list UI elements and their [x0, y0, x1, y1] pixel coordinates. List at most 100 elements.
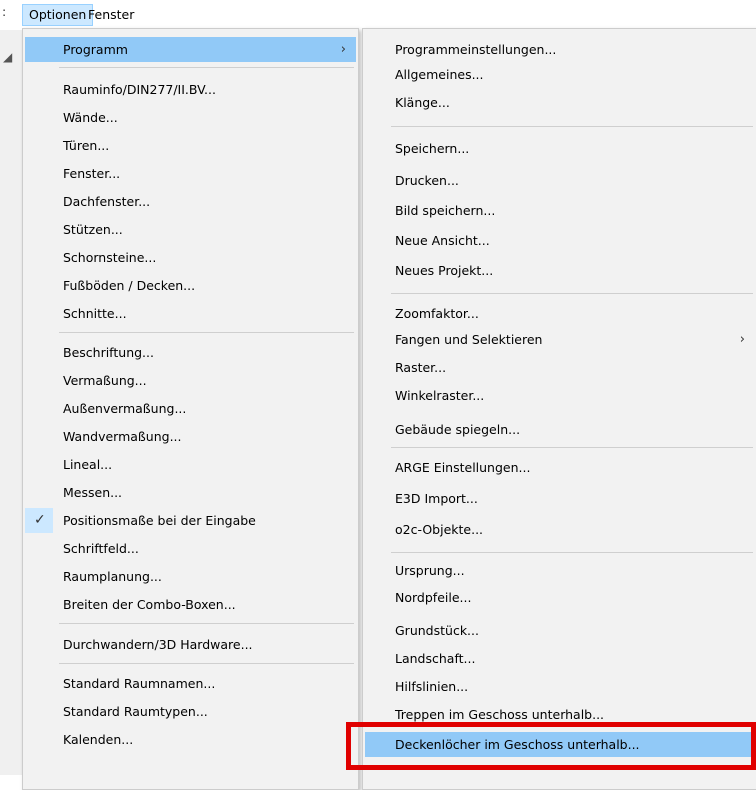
menu-item-label: Lineal...: [63, 457, 113, 472]
menu-item-label: Winkelraster...: [395, 388, 485, 403]
menu-item-schriftfeld[interactable]: Schriftfeld...: [25, 536, 356, 561]
menu-item-waende[interactable]: Wände...: [25, 105, 356, 130]
menu-item-allgemeines[interactable]: Allgemeines...: [365, 62, 755, 87]
menu-item-o2c-objekte[interactable]: o2c-Objekte...: [365, 517, 755, 542]
menu-item-beschriftung[interactable]: Beschriftung...: [25, 340, 356, 365]
menu-item-label: Vermaßung...: [63, 373, 147, 388]
menu-fenster[interactable]: Fenster: [82, 4, 140, 26]
menu-item-label: Rauminfo/DIN277/II.BV...: [63, 82, 216, 97]
menu-item-programmeinstellungen[interactable]: Programmeinstellungen...: [365, 37, 755, 62]
menu-item-label: Speichern...: [395, 141, 470, 156]
menu-item-grundstueck[interactable]: Grundstück...: [365, 618, 755, 643]
menu-item-klaenge[interactable]: Klänge...: [365, 90, 755, 115]
menu-separator: [391, 552, 753, 553]
menu-separator: [59, 663, 354, 664]
menu-item-label: Gebäude spiegeln...: [395, 422, 521, 437]
menu-item-dachfenster[interactable]: Dachfenster...: [25, 189, 356, 214]
menu-item-wandvermassung[interactable]: Wandvermaßung...: [25, 424, 356, 449]
menu-item-cutoff[interactable]: Kalenden...: [25, 727, 356, 752]
menu-item-label: Positionsmaße bei der Eingabe: [63, 513, 256, 528]
menu-item-messen[interactable]: Messen...: [25, 480, 356, 505]
menu-separator: [59, 67, 354, 68]
menu-item-label: Landschaft...: [395, 651, 476, 666]
menu-item-label: Standard Raumnamen...: [63, 676, 216, 691]
menu-item-label: Kalenden...: [63, 732, 134, 747]
menu-item-label: Schriftfeld...: [63, 541, 139, 556]
menu-item-standard-raumtypen[interactable]: Standard Raumtypen...: [25, 699, 356, 724]
menu-item-label: Klänge...: [395, 95, 450, 110]
menu-item-label: ARGE Einstellungen...: [395, 460, 531, 475]
menu-item-raster[interactable]: Raster...: [365, 355, 755, 380]
menu-item-ursprung[interactable]: Ursprung...: [365, 558, 755, 583]
menu-item-winkelraster[interactable]: Winkelraster...: [365, 383, 755, 408]
menu-item-schnitte[interactable]: Schnitte...: [25, 301, 356, 326]
menu-item-fussboeden[interactable]: Fußböden / Decken...: [25, 273, 356, 298]
menu-item-label: Deckenlöcher im Geschoss unterhalb...: [395, 737, 640, 752]
menu-item-rauminfo[interactable]: Rauminfo/DIN277/II.BV...: [25, 77, 356, 102]
menu-item-landschaft[interactable]: Landschaft...: [365, 646, 755, 671]
menu-item-label: Fußböden / Decken...: [63, 278, 196, 293]
menu-item-drucken[interactable]: Drucken...: [365, 168, 755, 193]
menu-item-stuetzen[interactable]: Stützen...: [25, 217, 356, 242]
menu-item-label: o2c-Objekte...: [395, 522, 484, 537]
menu-item-label: Grundstück...: [395, 623, 479, 638]
menu-item-aussenvermassung[interactable]: Außenvermaßung...: [25, 396, 356, 421]
menu-separator: [391, 293, 753, 294]
optionen-menu: Programm › Rauminfo/DIN277/II.BV... Wänd…: [22, 28, 359, 790]
menu-item-label: Standard Raumtypen...: [63, 704, 208, 719]
menu-item-label: Stützen...: [63, 222, 123, 237]
menu-item-durchwandern[interactable]: Durchwandern/3D Hardware...: [25, 632, 356, 657]
menu-item-deckenloecher[interactable]: Deckenlöcher im Geschoss unterhalb...: [365, 732, 755, 757]
menu-item-label: Fangen und Selektieren: [395, 332, 543, 347]
menu-item-label: Dachfenster...: [63, 194, 151, 209]
menu-item-label: Ursprung...: [395, 563, 465, 578]
menu-item-arge[interactable]: ARGE Einstellungen...: [365, 455, 755, 480]
menu-separator: [391, 126, 753, 127]
menu-item-positionsmasse[interactable]: ✓ Positionsmaße bei der Eingabe: [25, 508, 356, 533]
menu-bar: : Optionen Fenster: [0, 0, 756, 28]
menu-item-label: Schornsteine...: [63, 250, 157, 265]
menu-item-gebaeude-spiegeln[interactable]: Gebäude spiegeln...: [365, 417, 755, 442]
menubar-cut-item: :: [2, 4, 7, 19]
menu-item-label: Nordpfeile...: [395, 590, 472, 605]
menu-item-label: Neues Projekt...: [395, 263, 494, 278]
menu-item-speichern[interactable]: Speichern...: [365, 136, 755, 161]
menu-item-fangen-selektieren[interactable]: Fangen und Selektieren ›: [365, 327, 755, 352]
menu-item-breiten-combo[interactable]: Breiten der Combo-Boxen...: [25, 592, 356, 617]
menu-item-vermassung[interactable]: Vermaßung...: [25, 368, 356, 393]
menu-item-label: Schnitte...: [63, 306, 127, 321]
menu-item-tueren[interactable]: Türen...: [25, 133, 356, 158]
menu-item-label: Wandvermaßung...: [63, 429, 182, 444]
menu-item-e3d-import[interactable]: E3D Import...: [365, 486, 755, 511]
menu-separator: [59, 332, 354, 333]
menu-item-label: Zoomfaktor...: [395, 306, 479, 321]
menu-item-schornsteine[interactable]: Schornsteine...: [25, 245, 356, 270]
menu-item-nordpfeile[interactable]: Nordpfeile...: [365, 585, 755, 610]
menu-item-label: Fenster...: [63, 166, 121, 181]
menu-item-fenster[interactable]: Fenster...: [25, 161, 356, 186]
menu-item-lineal[interactable]: Lineal...: [25, 452, 356, 477]
toolbar-tool-icon[interactable]: ◢: [3, 50, 17, 64]
menu-item-standard-raumnamen[interactable]: Standard Raumnamen...: [25, 671, 356, 696]
menu-item-neue-ansicht[interactable]: Neue Ansicht...: [365, 228, 755, 253]
menu-item-hilfslinien[interactable]: Hilfslinien...: [365, 674, 755, 699]
menu-item-bild-speichern[interactable]: Bild speichern...: [365, 198, 755, 223]
menu-item-label: Hilfslinien...: [395, 679, 469, 694]
menu-item-label: Neue Ansicht...: [395, 233, 490, 248]
menu-separator: [391, 447, 753, 448]
menu-item-label: Programm: [63, 42, 128, 57]
menu-item-label: Durchwandern/3D Hardware...: [63, 637, 253, 652]
menu-item-treppen[interactable]: Treppen im Geschoss unterhalb...: [365, 702, 755, 727]
menu-item-label: Bild speichern...: [395, 203, 496, 218]
menu-item-label: Außenvermaßung...: [63, 401, 187, 416]
menu-item-programm[interactable]: Programm ›: [25, 37, 356, 62]
app-toolbar-edge: ◢: [0, 30, 22, 775]
menu-item-neues-projekt[interactable]: Neues Projekt...: [365, 258, 755, 283]
menu-item-label: Drucken...: [395, 173, 459, 188]
menu-separator: [59, 623, 354, 624]
menu-item-label: Beschriftung...: [63, 345, 154, 360]
menu-item-label: Treppen im Geschoss unterhalb...: [395, 707, 605, 722]
menu-item-raumplanung[interactable]: Raumplanung...: [25, 564, 356, 589]
menu-item-zoomfaktor[interactable]: Zoomfaktor...: [365, 301, 755, 326]
menu-item-label: Türen...: [63, 138, 110, 153]
